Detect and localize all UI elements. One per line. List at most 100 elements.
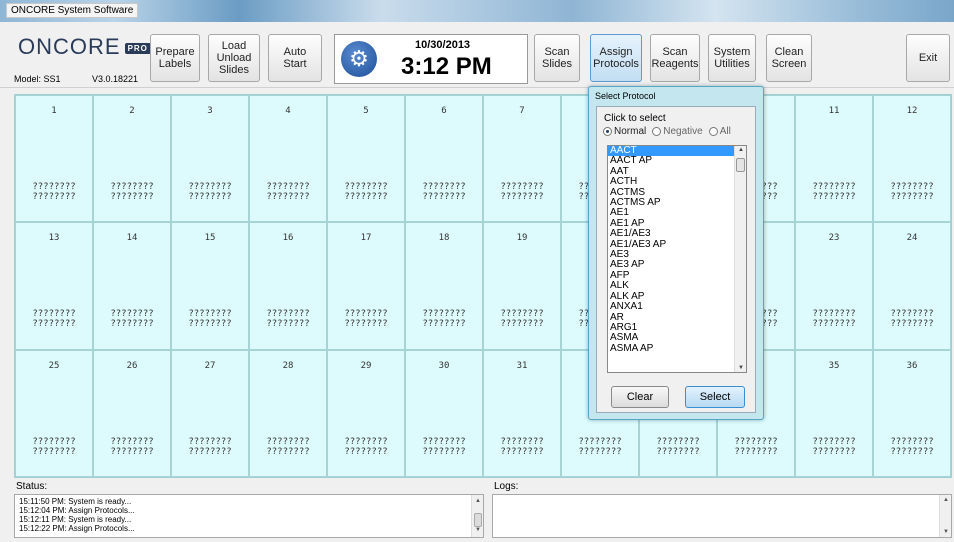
slide-slot[interactable]: 5???????????????? <box>327 95 405 223</box>
scroll-down-icon[interactable]: ▼ <box>735 365 746 371</box>
slide-slot[interactable]: 31???????????????? <box>483 349 561 477</box>
status-log-box[interactable]: 15:11:50 PM: System is ready... 15:12:04… <box>14 494 484 538</box>
scroll-down-icon[interactable]: ▼ <box>472 526 483 535</box>
select-button[interactable]: Select <box>685 386 745 408</box>
status-line: 15:12:04 PM: Assign Protocols... <box>19 506 135 515</box>
slide-slot[interactable]: 26???????????????? <box>93 349 171 477</box>
exit-button[interactable]: Exit <box>906 34 950 82</box>
scan-reagents-button[interactable]: Scan Reagents <box>650 34 700 82</box>
slot-label: ???????????????? <box>250 182 326 202</box>
slide-slot[interactable]: 6???????????????? <box>405 95 483 223</box>
slot-label-line: ???????? <box>344 182 388 192</box>
slide-slot[interactable]: 29???????????????? <box>327 349 405 477</box>
slot-label-line: ???????? <box>110 319 154 330</box>
slide-slot[interactable]: 16???????????????? <box>249 222 327 350</box>
slot-label: ???????????????? <box>406 437 482 457</box>
slot-label: ???????????????? <box>406 309 482 329</box>
oncore-logo: ONCORE PRO <box>18 34 151 60</box>
prepare-labels-button[interactable]: Prepare Labels <box>150 34 200 82</box>
slot-label-line: ???????? <box>422 446 466 457</box>
slot-label-line: ???????? <box>812 192 856 202</box>
slide-slot[interactable]: 27???????????????? <box>171 349 249 477</box>
slot-label: ???????????????? <box>796 182 872 202</box>
scroll-up-icon[interactable]: ▲ <box>472 497 483 506</box>
slot-number: 13 <box>48 233 60 244</box>
logs-box[interactable]: ▲ ▼ <box>492 494 952 538</box>
slide-slot[interactable]: 35???????????????? <box>795 349 873 477</box>
auto-start-button[interactable]: Auto Start <box>268 34 322 82</box>
slot-label-line: ???????? <box>422 436 466 447</box>
slide-slot[interactable]: 13???????????????? <box>15 222 93 350</box>
click-to-select-label: Click to select <box>604 113 666 124</box>
slide-slot[interactable]: 24???????????????? <box>873 222 951 350</box>
filter-radio-group: Normal Negative All <box>603 126 731 137</box>
logs-scrollbar[interactable]: ▲ ▼ <box>939 495 951 537</box>
slot-label-line: ???????? <box>32 192 76 202</box>
slot-number: 2 <box>129 106 135 116</box>
slide-slot[interactable]: 28???????????????? <box>249 349 327 477</box>
slot-label-line: ???????? <box>500 319 544 330</box>
slot-label-line: ???????? <box>32 436 76 447</box>
load-unload-slides-button[interactable]: Load Unload Slides <box>208 34 260 82</box>
slot-number: 23 <box>828 233 840 244</box>
slot-label-line: ???????? <box>500 436 544 447</box>
scroll-down-icon[interactable]: ▼ <box>940 529 952 535</box>
slide-slot[interactable]: 23???????????????? <box>795 222 873 350</box>
protocol-list-scrollbar[interactable]: ▲ ▼ <box>734 146 746 372</box>
slot-number: 24 <box>906 233 918 244</box>
slide-slot[interactable]: 30???????????????? <box>405 349 483 477</box>
assign-protocols-button[interactable]: Assign Protocols <box>590 34 642 82</box>
slot-label-line: ???????? <box>578 436 622 447</box>
slot-label: ???????????????? <box>250 309 326 329</box>
protocol-item[interactable]: ASMA AP <box>608 343 734 354</box>
radio-all[interactable]: All <box>708 126 731 137</box>
protocol-listbox[interactable]: AACT AACT AP AAT ACTH ACTMS ACTMS AP AE1 AE1 AP… <box>607 145 747 373</box>
slot-label-line: ???????? <box>266 319 310 330</box>
slot-label: ???????????????? <box>172 437 248 457</box>
slide-slot[interactable]: 2???????????????? <box>93 95 171 223</box>
slot-label: ???????????????? <box>94 437 170 457</box>
slot-number: 11 <box>828 106 840 116</box>
slot-number: 31 <box>516 360 528 371</box>
protocol-item[interactable]: ANXA1 <box>608 301 734 312</box>
slide-slot[interactable]: 17???????????????? <box>327 222 405 350</box>
slide-slot[interactable]: 25???????????????? <box>15 349 93 477</box>
slot-label-line: ???????? <box>656 446 700 457</box>
slide-slot[interactable]: 19???????????????? <box>483 222 561 350</box>
radio-negative[interactable]: Negative <box>652 126 703 137</box>
scroll-up-icon[interactable]: ▲ <box>735 147 746 153</box>
system-utilities-button[interactable]: System Utilities <box>708 34 756 82</box>
slot-number: 6 <box>441 106 447 116</box>
slide-slot[interactable]: 14???????????????? <box>93 222 171 350</box>
slide-slot[interactable]: 4???????????????? <box>249 95 327 223</box>
status-scrollbar[interactable]: ▲ ▼ <box>471 495 483 537</box>
scan-slides-button[interactable]: Scan Slides <box>534 34 580 82</box>
radio-normal[interactable]: Normal <box>603 126 646 137</box>
scroll-up-icon[interactable]: ▲ <box>940 497 952 503</box>
slot-label-line: ???????? <box>344 192 388 202</box>
slide-slot[interactable]: 7???????????????? <box>483 95 561 223</box>
slot-number: 5 <box>363 106 369 116</box>
clean-screen-button[interactable]: Clean Screen <box>766 34 812 82</box>
slide-slot[interactable]: 1???????????????? <box>15 95 93 223</box>
scroll-thumb[interactable] <box>736 158 745 172</box>
slot-label: ???????????????? <box>406 182 482 202</box>
clear-button[interactable]: Clear <box>611 386 669 408</box>
slide-slot[interactable]: 15???????????????? <box>171 222 249 350</box>
slot-label: ???????????????? <box>562 437 638 457</box>
slot-label-line: ???????? <box>344 446 388 457</box>
scroll-thumb[interactable] <box>474 513 482 527</box>
slide-slot[interactable]: 36???????????????? <box>873 349 951 477</box>
slide-slot[interactable]: 18???????????????? <box>405 222 483 350</box>
slot-label-line: ???????? <box>188 192 232 202</box>
title-bar: ONCORE System Software <box>0 0 954 22</box>
slide-slot[interactable]: 11???????????????? <box>795 95 873 223</box>
slot-label-line: ???????? <box>812 319 856 330</box>
slide-slot[interactable]: 12???????????????? <box>873 95 951 223</box>
slot-number: 17 <box>360 233 372 244</box>
slide-slot[interactable]: 3???????????????? <box>171 95 249 223</box>
version-label: V3.0.18221 <box>92 74 139 84</box>
gear-icon: ⚙ <box>341 41 377 77</box>
dialog-title: Select Protocol <box>595 91 656 101</box>
slot-number: 3 <box>207 106 213 116</box>
